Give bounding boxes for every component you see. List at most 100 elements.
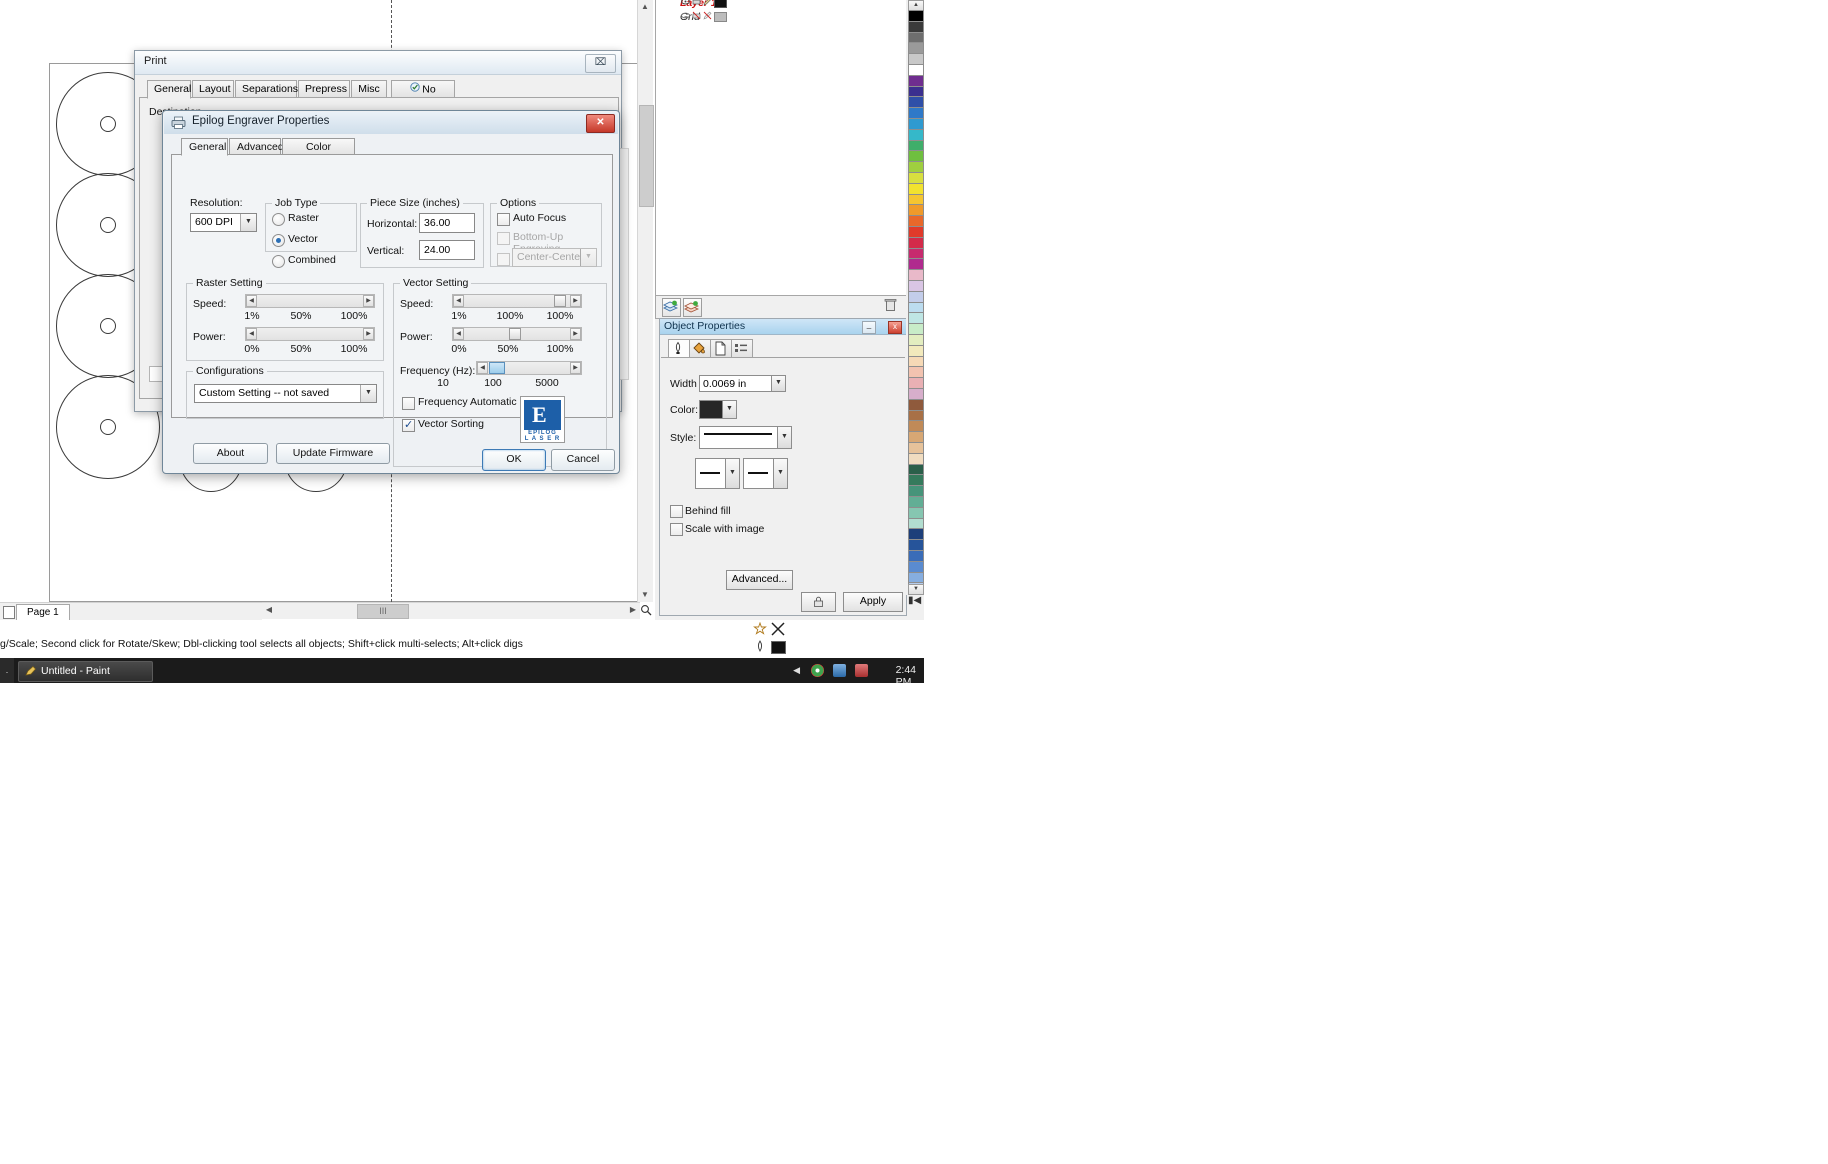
pencil-icon[interactable] xyxy=(703,0,712,6)
vertical-scroll-thumb[interactable] xyxy=(639,105,654,207)
print-dialog-close-button[interactable]: ⌧ xyxy=(585,54,616,73)
raster-speed-slider-right-arrow[interactable]: ▶ xyxy=(363,295,374,307)
color-palette[interactable]: ▲ ▼ xyxy=(906,0,924,595)
taskbar-item-paint[interactable]: Untitled - Paint xyxy=(18,661,153,682)
frequency-slider-thumb[interactable] xyxy=(489,362,505,374)
clock[interactable]: 2:44 PM xyxy=(896,664,916,683)
palette-scroll-down[interactable]: ▼ xyxy=(908,584,924,595)
canvas-vertical-scrollbar[interactable]: ▲ ▼ xyxy=(637,0,654,602)
tab-general[interactable]: General xyxy=(181,138,228,156)
tab-prepress[interactable]: Prepress xyxy=(298,80,350,98)
horizontal-input[interactable] xyxy=(419,213,475,233)
radio-combined[interactable] xyxy=(272,255,285,268)
horizontal-scroll-thumb[interactable]: III xyxy=(357,604,409,619)
new-master-layer-icon[interactable] xyxy=(683,298,702,317)
tab-layout[interactable]: Layout xyxy=(192,80,234,98)
delete-layer-icon[interactable] xyxy=(884,298,901,315)
chrome-icon[interactable] xyxy=(811,664,824,677)
scroll-up-arrow[interactable]: ▲ xyxy=(638,0,652,14)
eye-icon[interactable] xyxy=(681,0,690,6)
style-preview[interactable] xyxy=(699,426,779,449)
tab-general[interactable]: General xyxy=(147,80,191,99)
configurations-combo[interactable]: Custom Setting -- not saved ▼ xyxy=(194,384,377,403)
frequency-slider-right-arrow[interactable]: ▶ xyxy=(570,362,581,374)
ok-button[interactable]: OK xyxy=(482,449,546,471)
raster-power-slider-right-arrow[interactable]: ▶ xyxy=(363,328,374,340)
vector-speed-slider[interactable]: ◀ ▶ xyxy=(452,294,582,308)
frequency-automatic-checkbox[interactable] xyxy=(402,397,415,410)
tab-color-mapping[interactable]: Color Mapping xyxy=(282,138,355,169)
color-swatch[interactable] xyxy=(699,400,724,419)
advanced-button[interactable]: Advanced... xyxy=(726,570,793,590)
color-dropdown-arrow[interactable]: ▼ xyxy=(722,400,737,419)
vector-power-slider-right-arrow[interactable]: ▶ xyxy=(570,328,581,340)
new-layer-icon[interactable] xyxy=(662,298,681,317)
raster-power-slider-left-arrow[interactable]: ◀ xyxy=(246,328,257,340)
scale-with-image-checkbox[interactable] xyxy=(670,523,683,536)
print-dialog-titlebar[interactable]: Print ⌧ xyxy=(135,51,621,75)
resolution-combo[interactable]: 600 DPI ▼ xyxy=(190,213,257,232)
vector-sorting-checkbox[interactable]: ✓ xyxy=(402,419,415,432)
eye-icon[interactable] xyxy=(681,11,690,20)
raster-speed-slider[interactable]: ◀ ▶ xyxy=(245,294,375,308)
page-tab[interactable]: Page 1 xyxy=(16,604,70,620)
epilog-dialog-close-button[interactable]: ✕ xyxy=(586,114,615,133)
about-button[interactable]: About xyxy=(193,443,268,464)
raster-speed-slider-left-arrow[interactable]: ◀ xyxy=(246,295,257,307)
zoom-icon[interactable] xyxy=(640,604,652,616)
epilog-dialog-titlebar[interactable]: Epilog Engraver Properties ✕ xyxy=(164,112,618,134)
arrow-end-dropdown[interactable]: ▼ xyxy=(773,458,788,489)
width-dropdown-arrow[interactable]: ▼ xyxy=(771,375,786,392)
chevron-down-icon[interactable]: ▼ xyxy=(240,214,256,231)
width-input[interactable] xyxy=(699,375,773,392)
tab-misc[interactable]: Misc xyxy=(351,80,387,98)
vector-power-slider-left-arrow[interactable]: ◀ xyxy=(453,328,464,340)
radio-raster[interactable] xyxy=(272,213,285,226)
tab-advanced[interactable]: Advanced xyxy=(229,138,284,155)
vector-speed-slider-thumb[interactable] xyxy=(554,295,566,307)
pencil-icon[interactable] xyxy=(703,11,712,20)
arrow-start-preview[interactable] xyxy=(695,458,727,489)
no-fill-icon[interactable] xyxy=(770,621,786,640)
apply-button[interactable]: Apply xyxy=(843,592,903,612)
canvas-horizontal-scrollbar[interactable]: ◀ III ▶ xyxy=(262,602,640,619)
tab-no-issues[interactable]: No Issues xyxy=(391,80,455,112)
chevron-down-icon[interactable]: ▼ xyxy=(360,385,376,402)
start-button[interactable]: . xyxy=(0,658,14,683)
tab-separations[interactable]: Separations xyxy=(235,80,298,98)
cancel-button[interactable]: Cancel xyxy=(551,449,615,471)
tray-expand-icon[interactable]: ◀ xyxy=(793,665,800,676)
docker-collapse-icon[interactable]: ▮◀ xyxy=(908,595,921,606)
arrow-start-dropdown[interactable]: ▼ xyxy=(725,458,740,489)
arrow-end-preview[interactable] xyxy=(743,458,775,489)
outline-color-icon[interactable] xyxy=(753,621,767,639)
fill-color-swatch[interactable] xyxy=(771,641,786,654)
minimize-button[interactable]: _ xyxy=(862,321,876,334)
update-firmware-button[interactable]: Update Firmware xyxy=(276,443,390,464)
page-add-icon[interactable] xyxy=(3,606,15,619)
printer-icon[interactable] xyxy=(692,0,701,6)
width-input-field[interactable] xyxy=(700,376,772,391)
frequency-slider-left-arrow[interactable]: ◀ xyxy=(477,362,488,374)
outline-pen-icon[interactable] xyxy=(754,640,766,657)
vector-speed-slider-left-arrow[interactable]: ◀ xyxy=(453,295,464,307)
auto-focus-checkbox[interactable] xyxy=(497,213,510,226)
radio-vector[interactable] xyxy=(272,234,285,247)
close-button[interactable]: x xyxy=(888,321,902,334)
behind-fill-checkbox[interactable] xyxy=(670,505,683,518)
horizontal-input-field[interactable] xyxy=(420,214,474,232)
volume-icon[interactable] xyxy=(855,664,868,677)
object-manager-list[interactable]: Layer 1 Grid xyxy=(655,0,907,296)
frequency-slider[interactable]: ◀ ▶ xyxy=(476,361,582,375)
printer-icon[interactable] xyxy=(692,11,701,20)
vector-speed-slider-right-arrow[interactable]: ▶ xyxy=(570,295,581,307)
scroll-left-arrow[interactable]: ◀ xyxy=(262,603,276,617)
vertical-input[interactable] xyxy=(419,240,475,260)
raster-power-slider[interactable]: ◀ ▶ xyxy=(245,327,375,341)
network-icon[interactable] xyxy=(833,664,846,677)
scroll-down-arrow[interactable]: ▼ xyxy=(638,588,652,602)
scroll-right-arrow[interactable]: ▶ xyxy=(626,603,640,617)
lock-button[interactable] xyxy=(801,592,836,612)
vector-power-slider[interactable]: ◀ ▶ xyxy=(452,327,582,341)
vertical-input-field[interactable] xyxy=(420,241,474,259)
